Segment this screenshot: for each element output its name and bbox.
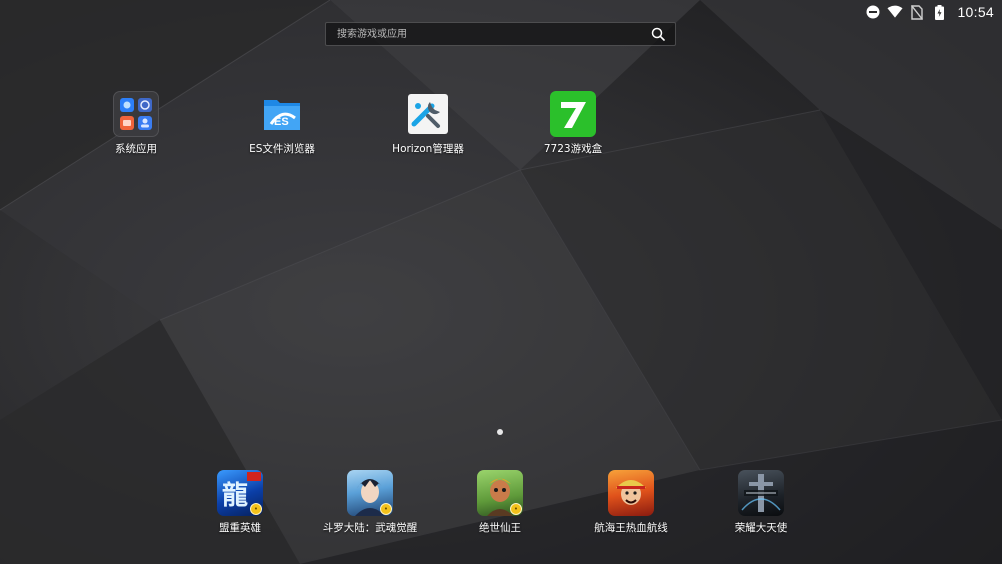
app-label: 盟重英雄 [219,522,261,534]
badge-icon: • [510,503,522,515]
status-bar: 10:54 [865,0,1002,24]
badge-icon: • [380,503,392,515]
dock-app-douluo-dalu[interactable]: • 斗罗大陆：武魂觉醒 [310,470,430,535]
do-not-disturb-icon [865,4,881,20]
status-time: 10:54 [957,4,994,20]
battery-charging-icon [931,4,947,20]
game-icon: • [477,470,523,516]
dock-app-hanghaiwang[interactable]: 航海王热血航线 [571,470,691,535]
wifi-icon [887,4,903,20]
app-label: ES文件浏览器 [249,143,315,155]
es-file-explorer-icon: ES [259,91,305,137]
app-es-file-explorer[interactable]: ES ES文件浏览器 [222,91,342,156]
app-system-apps-folder[interactable]: 系统应用 [76,91,196,156]
game-box-7723-icon [550,91,596,137]
app-label: 绝世仙王 [479,522,521,534]
horizon-manager-icon [408,94,448,134]
app-label: Horizon管理器 [392,143,464,155]
app-horizon-manager[interactable]: Horizon管理器 [368,91,488,156]
search-input[interactable] [326,22,646,46]
dock-app-mengzhong-yingxiong[interactable]: 龍 • 盟重英雄 [180,470,300,535]
app-label: 系统应用 [115,143,157,155]
no-sim-icon [909,4,925,20]
game-icon: 龍 • [217,470,263,516]
app-label: 斗罗大陆：武魂觉醒 [322,522,418,534]
page-indicator [497,429,503,435]
svg-text:ES: ES [274,116,289,128]
app-label: 荣耀大天使 [734,522,788,534]
app-label: 7723游戏盒 [543,143,603,155]
dock-app-rongyao-datianshi[interactable]: 荣耀大天使 [701,470,821,535]
game-icon: • [347,470,393,516]
svg-text:龍: 龍 [222,480,248,511]
app-label: 航海王热血航线 [594,522,668,534]
badge-icon: • [250,503,262,515]
search-bar[interactable] [325,22,676,46]
folder-icon [113,91,159,137]
app-7723-game-box[interactable]: 7723游戏盒 [513,91,633,156]
game-icon [608,470,654,516]
search-icon[interactable] [646,23,670,45]
dock-app-jueshi-xianwang[interactable]: • 绝世仙王 [440,470,560,535]
game-icon [738,470,784,516]
